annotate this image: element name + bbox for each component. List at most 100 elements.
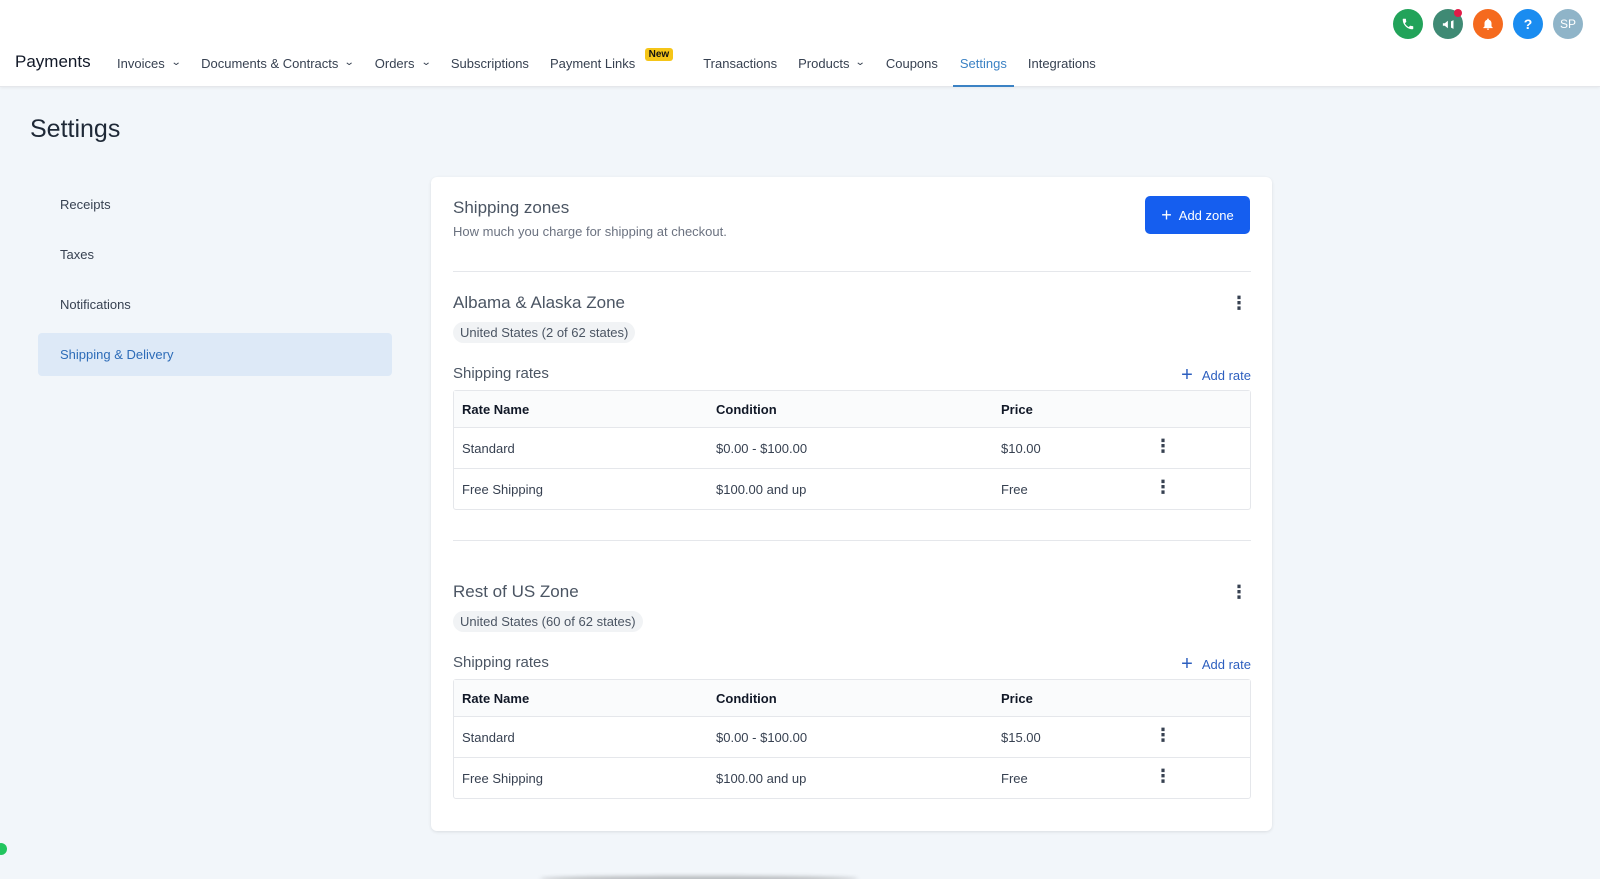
shipping-rates-title: Shipping rates [453,365,549,382]
page-title: Settings [30,115,121,143]
zone-more-icon[interactable]: ⋮ [1230,583,1248,601]
card-subtitle: How much you charge for shipping at chec… [453,224,727,239]
sidebar-item-label: Receipts [60,197,111,212]
nav-label: Orders [374,56,415,71]
nav-label: Documents & Contracts [201,56,339,71]
column-header: Price [1001,401,1033,417]
rate-name: Standard [462,729,515,745]
divider [453,271,1251,272]
rate-price: $10.00 [1001,440,1041,456]
rate-condition: $0.00 - $100.00 [716,729,808,745]
sidebar-item-receipts[interactable]: Receipts [38,183,392,226]
table-row: Standard $0.00 - $100.00 $10.00 ⋮ [454,427,1250,468]
zone-region-chip: United States (2 of 62 states) [453,322,636,343]
header-icons: ? SP [1393,9,1593,39]
status-dot [0,843,7,855]
nav-integrations[interactable]: Integrations [1028,54,1096,87]
row-more-icon[interactable]: ⋮ [1154,478,1172,496]
shipping-zones-card: Shipping zones How much you charge for s… [431,177,1272,831]
row-more-icon[interactable]: ⋮ [1154,437,1172,455]
rate-price: $15.00 [1001,729,1041,745]
chevron-down-icon: ⌄ [344,57,356,68]
table-row: Free Shipping $100.00 and up Free ⋮ [454,757,1250,798]
sidebar-item-label: Taxes [60,247,94,262]
table-header-row: Rate Name Condition Price [454,391,1250,427]
row-more-icon[interactable]: ⋮ [1154,767,1172,785]
nav-documents-contracts[interactable]: Documents & Contracts ⌄ [201,54,356,87]
nav-subscriptions[interactable]: Subscriptions [451,54,529,87]
megaphone-icon[interactable] [1433,9,1463,39]
zone-region-chip: United States (60 of 62 states) [453,611,643,632]
nav-label: Transactions [703,56,778,71]
plus-icon: + [1161,204,1172,225]
add-zone-button[interactable]: + Add zone [1145,196,1250,234]
add-rate-button[interactable]: + Add rate [1181,654,1251,674]
rates-table: Rate Name Condition Price Standard $0.00… [453,679,1251,799]
nav-payment-links[interactable]: Payment Links New [549,48,674,87]
nav-label: Coupons [885,56,938,71]
main-nav: Invoices ⌄ Documents & Contracts ⌄ Orders ⌄… [117,48,1117,87]
nav-label: Integrations [1027,56,1096,71]
rate-price: Free [1001,481,1028,497]
column-header: Rate Name [462,690,530,706]
help-icon[interactable]: ? [1513,9,1543,39]
nav-label: Settings [959,56,1007,71]
nav-products[interactable]: Products ⌄ [798,54,867,87]
zone-name: Albama & Alaska Zone [453,293,625,312]
column-header: Condition [716,690,777,706]
nav-label: Products [798,56,850,71]
nav-transactions[interactable]: Transactions [703,54,777,87]
notification-dot [1454,9,1462,17]
rate-condition: $100.00 and up [716,481,807,497]
zone-name: Rest of US Zone [453,582,579,601]
rate-price: Free [1001,770,1028,786]
nav-label: Subscriptions [450,56,529,71]
row-more-icon[interactable]: ⋮ [1154,726,1172,744]
chevron-down-icon: ⌄ [855,57,867,68]
avatar[interactable]: SP [1553,9,1583,39]
nav-coupons[interactable]: Coupons [886,54,938,87]
card-title: Shipping zones [453,198,570,217]
bell-icon[interactable] [1473,9,1503,39]
nav-label: Invoices [117,56,165,71]
table-row: Standard $0.00 - $100.00 $15.00 ⋮ [454,716,1250,757]
rate-name: Free Shipping [462,770,543,786]
rate-condition: $0.00 - $100.00 [716,440,808,456]
chevron-down-icon: ⌄ [420,57,432,68]
rate-name: Free Shipping [462,481,543,497]
chevron-down-icon: ⌄ [170,57,182,68]
nav-settings[interactable]: Settings [952,54,1014,87]
shipping-rates-title: Shipping rates [453,654,549,671]
column-header: Rate Name [462,401,530,417]
add-zone-label: Add zone [1178,207,1234,223]
add-rate-label: Add rate [1201,367,1251,383]
nav-orders[interactable]: Orders ⌄ [374,54,432,87]
phone-icon[interactable] [1393,9,1423,39]
nav-label: Payment Links [549,56,636,71]
nav-invoices[interactable]: Invoices ⌄ [117,54,182,87]
sidebar-item-shipping-delivery[interactable]: Shipping & Delivery [38,333,392,376]
zone-section: Albama & Alaska Zone ⋮ United States (2 … [453,293,1251,533]
add-rate-label: Add rate [1201,656,1251,672]
app-brand: Payments [15,52,91,71]
add-rate-button[interactable]: + Add rate [1181,365,1251,385]
plus-icon: + [1181,364,1193,386]
column-header: Price [1001,690,1033,706]
plus-icon: + [1181,653,1193,675]
rates-table: Rate Name Condition Price Standard $0.00… [453,390,1251,510]
table-header-row: Rate Name Condition Price [454,680,1250,716]
divider [453,540,1251,541]
rate-condition: $100.00 and up [716,770,807,786]
top-bar: Payments Invoices ⌄ Documents & Contracts… [0,0,1600,87]
column-header: Condition [716,401,777,417]
rate-name: Standard [462,440,515,456]
settings-sidebar: Receipts Taxes Notifications Shipping & … [38,183,392,383]
sidebar-item-taxes[interactable]: Taxes [38,233,392,276]
zone-more-icon[interactable]: ⋮ [1230,294,1248,312]
new-badge: New [644,48,674,61]
zone-section: Rest of US Zone ⋮ United States (60 of 6… [453,582,1251,822]
sidebar-item-notifications[interactable]: Notifications [38,283,392,326]
sidebar-item-label: Shipping & Delivery [60,347,174,362]
sidebar-item-label: Notifications [60,297,131,312]
table-row: Free Shipping $100.00 and up Free ⋮ [454,468,1250,509]
